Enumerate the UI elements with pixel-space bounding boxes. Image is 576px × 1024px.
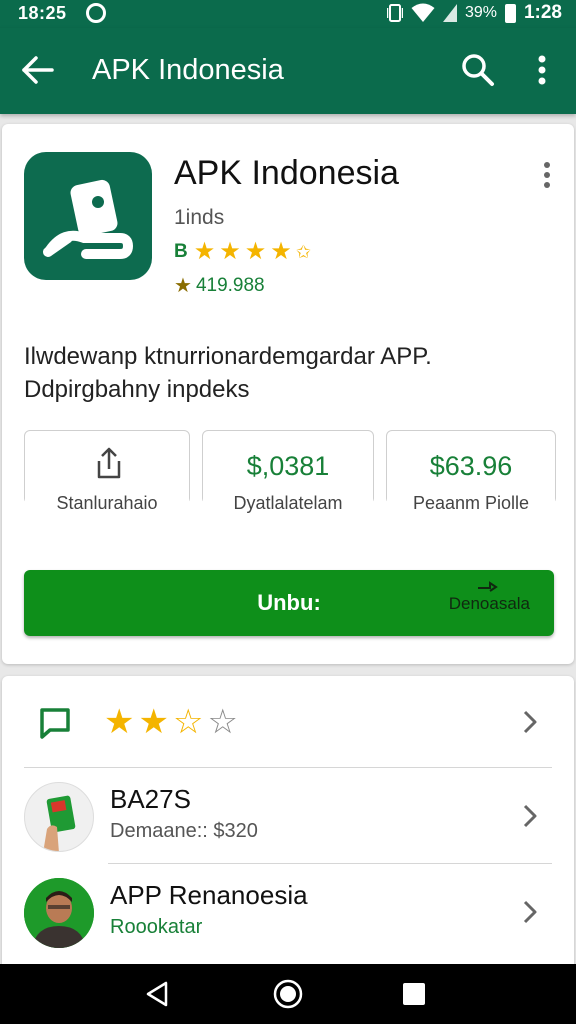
nav-back-icon[interactable] bbox=[144, 980, 172, 1008]
avatar bbox=[24, 782, 94, 852]
related-card: ★ ★ ☆ ☆ BA27S Demaane:: $320 APP Renanoe… bbox=[2, 676, 574, 976]
stat-label: Stanlurahaio bbox=[25, 493, 189, 514]
star-half-icon: ★ bbox=[270, 238, 292, 265]
overflow-menu-icon[interactable] bbox=[530, 52, 554, 88]
stat-box-premium[interactable]: $63.96 Peaanm Piolle bbox=[386, 430, 556, 514]
vibrate-icon bbox=[386, 4, 403, 22]
chevron-right-icon[interactable] bbox=[520, 802, 540, 830]
stat-box-price[interactable]: $,0381 Dyatlalatelam bbox=[202, 430, 374, 514]
app-bar: APK Indonesia bbox=[0, 28, 576, 114]
sync-icon bbox=[86, 3, 106, 23]
reviews-count: 419.988 bbox=[195, 275, 265, 296]
share-icon bbox=[97, 447, 121, 479]
person-avatar-icon bbox=[24, 878, 94, 948]
install-button[interactable]: Unbu: Denoasala bbox=[24, 570, 554, 636]
stat-value: $63.96 bbox=[429, 451, 513, 481]
app-thumbnail-icon bbox=[43, 795, 76, 851]
install-hint: Denoasala bbox=[448, 594, 530, 613]
star-full-icon[interactable]: ★ bbox=[138, 704, 168, 740]
star-full-icon[interactable]: ★ bbox=[104, 704, 134, 740]
star-empty-icon[interactable]: ☆ bbox=[207, 704, 237, 740]
battery-percent: 39% bbox=[464, 4, 497, 21]
chevron-right-icon[interactable] bbox=[520, 898, 540, 926]
rating-badge: B bbox=[174, 241, 188, 262]
system-nav-bar bbox=[0, 964, 576, 1024]
back-arrow-icon[interactable] bbox=[20, 52, 56, 88]
star-full-icon: ★ bbox=[193, 238, 216, 265]
review-star-icon: ★ bbox=[174, 275, 192, 297]
star-full-icon: ★ bbox=[244, 238, 267, 265]
developer-name[interactable]: 1inds bbox=[174, 206, 224, 230]
status-clock: 1:28 bbox=[523, 2, 562, 23]
stat-label: Peaanm Piolle bbox=[387, 493, 555, 514]
avatar bbox=[24, 878, 94, 948]
app-logo-icon bbox=[43, 179, 134, 259]
status-time: 18:25 bbox=[18, 3, 67, 23]
rate-stars[interactable]: ★ ★ ☆ ☆ bbox=[104, 704, 238, 740]
search-icon[interactable] bbox=[460, 52, 496, 88]
app-icon bbox=[24, 152, 152, 280]
app-details-card: APK Indonesia 1inds B ★ ★ ★ ★ ✩ ★ 419.98… bbox=[2, 124, 574, 664]
reviews-line: ★ 419.988 bbox=[174, 274, 265, 298]
app-bar-title: APK Indonesia bbox=[92, 54, 284, 86]
arrow-icon bbox=[478, 581, 498, 592]
status-bar: 18:25 39% 1:28 bbox=[0, 0, 576, 28]
app-rating: B ★ ★ ★ ★ ✩ bbox=[174, 240, 311, 264]
item-subtitle: Roookatar bbox=[110, 916, 203, 938]
list-item[interactable]: APP Renanoesia Roookatar bbox=[2, 864, 574, 960]
item-subtitle: Demaane:: $320 bbox=[110, 820, 258, 842]
stat-box-share[interactable]: Stanlurahaio bbox=[24, 430, 190, 514]
card-overflow-icon[interactable] bbox=[540, 160, 554, 190]
app-name: APK Indonesia bbox=[174, 154, 399, 192]
stat-label: Dyatlalatelam bbox=[203, 493, 373, 514]
list-item[interactable]: BA27S Demaane:: $320 bbox=[2, 768, 574, 864]
item-title: BA27S bbox=[110, 784, 191, 814]
battery-icon bbox=[504, 3, 516, 23]
star-half-icon[interactable]: ☆ bbox=[173, 704, 203, 740]
chevron-right-icon[interactable] bbox=[520, 708, 540, 736]
app-description: Ilwdewanp ktnurrionardemgardar APP. Ddpi… bbox=[24, 343, 432, 403]
nav-home-icon[interactable] bbox=[272, 978, 304, 1010]
item-title: APP Renanoesia bbox=[110, 880, 308, 910]
wifi-icon bbox=[411, 3, 435, 22]
status-icons: 39% 1:28 bbox=[386, 2, 562, 24]
nav-recents-icon[interactable] bbox=[403, 983, 425, 1005]
signal-icon bbox=[442, 4, 457, 22]
stat-value: $,0381 bbox=[246, 451, 330, 481]
star-empty-icon: ✩ bbox=[295, 242, 311, 262]
comment-icon bbox=[40, 708, 70, 739]
rate-row[interactable]: ★ ★ ☆ ☆ bbox=[2, 676, 574, 768]
star-full-icon: ★ bbox=[219, 238, 241, 265]
